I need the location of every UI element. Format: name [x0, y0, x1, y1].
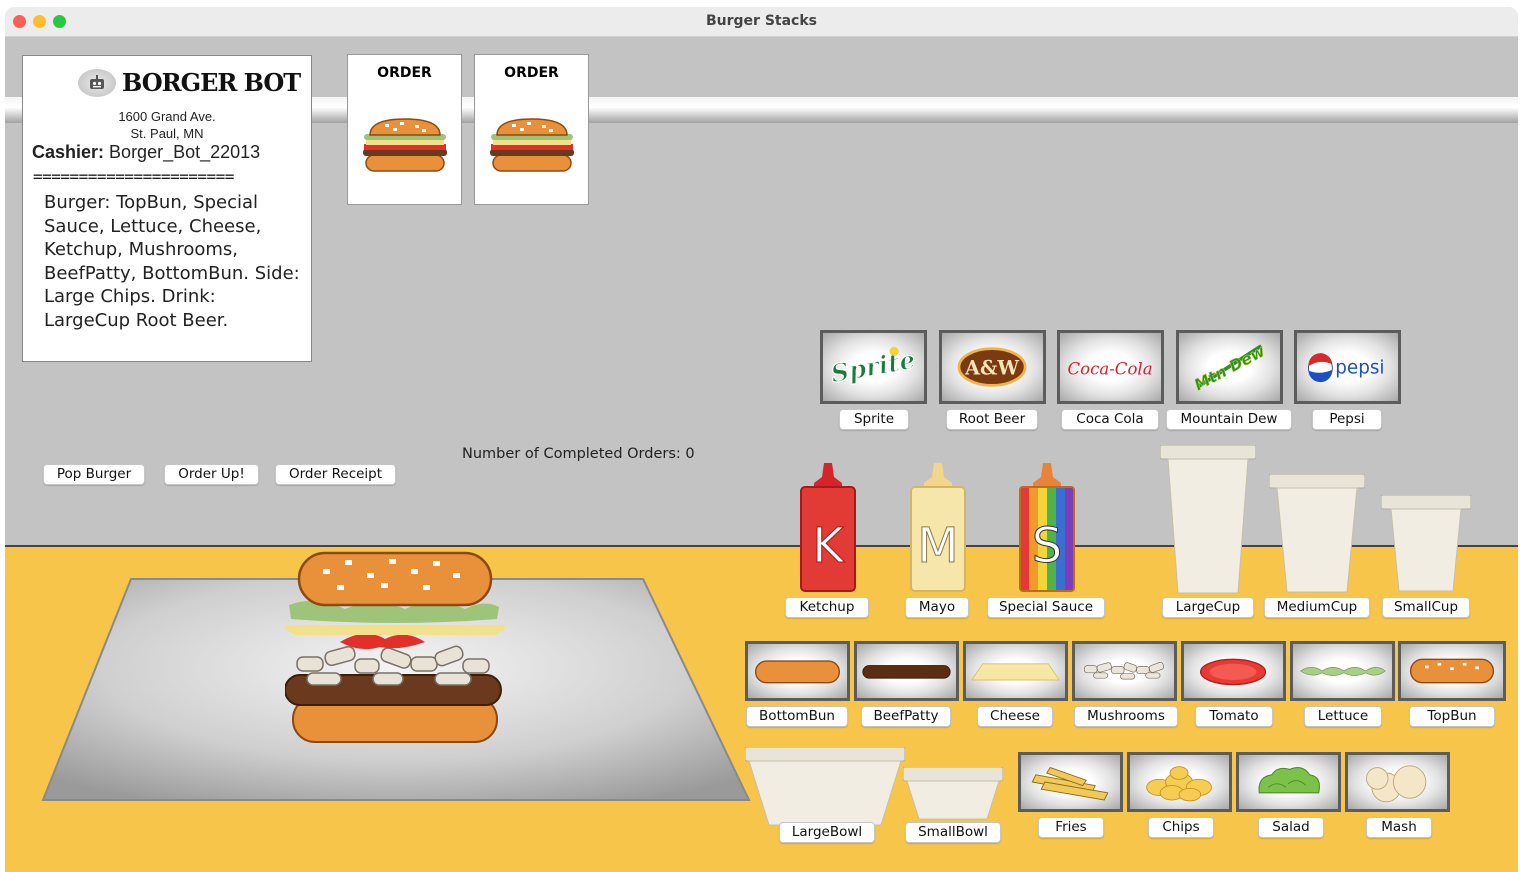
order-up-button[interactable]: Order Up! — [164, 464, 259, 485]
chips-icon — [1146, 766, 1212, 802]
pop-burger-button[interactable]: Pop Burger — [43, 464, 145, 485]
order-description: Burger: TopBun, Special Sauce, Lettuce, … — [44, 192, 300, 331]
robot-icon — [78, 68, 116, 97]
fries-label[interactable]: Fries — [1038, 817, 1104, 838]
special-sauce-bottle-button[interactable]: S — [1017, 463, 1077, 593]
mash-label[interactable]: Mash — [1366, 817, 1432, 838]
coca-cola-logo-icon: Coca-Cola — [1068, 359, 1153, 378]
pepsi-label[interactable]: Pepsi — [1312, 409, 1382, 430]
salad-label[interactable]: Salad — [1258, 817, 1324, 838]
large-cup-label[interactable]: LargeCup — [1162, 597, 1254, 618]
beef-patty-icon — [862, 665, 951, 679]
large-cup-button[interactable] — [1160, 445, 1256, 595]
mayo-label[interactable]: Mayo — [905, 597, 969, 618]
lettuce-label[interactable]: Lettuce — [1304, 706, 1382, 727]
mash-button[interactable] — [1345, 752, 1450, 812]
cheese-slice-icon — [971, 663, 1060, 681]
sprite-label[interactable]: Sprite — [839, 409, 909, 430]
coca-cola-logo-text: Coca-Cola — [1068, 359, 1153, 378]
small-cup-button[interactable] — [1381, 495, 1471, 593]
large-bowl-label[interactable]: LargeBowl — [779, 822, 875, 843]
small-bowl-label[interactable]: SmallBowl — [905, 822, 1001, 843]
window-title: Burger Stacks — [705, 13, 817, 29]
mountain-dew-logo-text: Mtn Dew — [1191, 342, 1268, 395]
order-ticket[interactable]: ORDER — [474, 54, 589, 205]
sprite-logo-icon: Sprite — [828, 345, 918, 389]
mushrooms-label[interactable]: Mushrooms — [1074, 706, 1178, 727]
beef-patty-button[interactable] — [854, 641, 959, 701]
top-bun-icon — [1409, 658, 1495, 684]
aw-logo-text: A&W — [964, 356, 1019, 379]
medium-cup-button[interactable] — [1269, 474, 1365, 594]
mountain-dew-label[interactable]: Mountain Dew — [1166, 409, 1292, 430]
address-line-1: 1600 Grand Ave. — [118, 109, 216, 124]
special-sauce-letter: S — [1032, 518, 1062, 574]
pepsi-logo-text: pepsi — [1335, 357, 1384, 378]
order-receipt-button[interactable]: Order Receipt — [275, 464, 396, 485]
salad-button[interactable] — [1236, 752, 1341, 812]
beef-patty-label[interactable]: BeefPatty — [861, 706, 951, 727]
pepsi-drink-button[interactable]: pepsi — [1294, 330, 1401, 404]
order-ticket[interactable]: ORDER — [347, 54, 462, 205]
special-sauce-label[interactable]: Special Sauce — [987, 597, 1105, 618]
cashier-line: Cashier: Borger_Bot_22013 — [32, 142, 260, 163]
order-receipt-panel: BORGER BOT 1600 Grand Ave. St. Paul, MN … — [22, 55, 312, 362]
burger-stack — [285, 551, 505, 743]
tomato-button[interactable] — [1181, 641, 1286, 701]
medium-cup-label[interactable]: MediumCup — [1264, 597, 1370, 618]
small-cup-label[interactable]: SmallCup — [1382, 597, 1470, 618]
ticket-label: ORDER — [504, 65, 559, 81]
ketchup-label[interactable]: Ketchup — [785, 597, 869, 618]
borger-bot-logo: BORGER BOT — [78, 68, 301, 97]
root-beer-label[interactable]: Root Beer — [946, 409, 1038, 430]
coca-cola-label[interactable]: Coca Cola — [1061, 409, 1159, 430]
bottom-bun-label[interactable]: BottomBun — [746, 706, 848, 727]
coca-cola-drink-button[interactable]: Coca-Cola — [1057, 330, 1164, 404]
bottom-bun-icon — [754, 660, 841, 684]
tomato-label[interactable]: Tomato — [1195, 706, 1273, 727]
address-line-2: St. Paul, MN — [130, 126, 204, 141]
chips-button[interactable] — [1127, 752, 1232, 812]
fries-icon — [1031, 767, 1109, 801]
mayo-letter: M — [917, 518, 958, 574]
mushrooms-icon — [1084, 661, 1165, 680]
small-bowl-button[interactable] — [903, 767, 1003, 821]
burger-icon — [490, 118, 574, 172]
cheese-label[interactable]: Cheese — [977, 706, 1053, 727]
app-window: Burger Stacks BORGER BOT 1600 Grand Ave.… — [5, 7, 1518, 872]
mayo-bottle-button[interactable]: M — [908, 463, 968, 593]
ticket-label: ORDER — [377, 65, 432, 81]
pepsi-logo-icon: pepsi — [1307, 353, 1385, 383]
sprite-logo-text: Sprite — [829, 345, 918, 388]
mash-icon — [1366, 765, 1427, 803]
top-bun-button[interactable] — [1398, 641, 1506, 701]
title-bar: Burger Stacks — [5, 7, 1518, 37]
cashier-name: Borger_Bot_22013 — [109, 142, 261, 162]
cheese-button[interactable] — [963, 641, 1068, 701]
mountain-dew-drink-button[interactable]: Mtn Dew — [1176, 330, 1283, 404]
bottom-bun-button[interactable] — [745, 641, 850, 701]
mountain-dew-logo-icon: Mtn Dew — [1191, 342, 1269, 395]
lettuce-button[interactable] — [1290, 641, 1395, 701]
burger-icon — [363, 118, 447, 172]
root-beer-drink-button[interactable]: A&W — [939, 330, 1046, 404]
chips-label[interactable]: Chips — [1148, 817, 1214, 838]
aw-logo-icon: A&W — [957, 347, 1027, 387]
ketchup-bottle-button[interactable]: K — [798, 463, 858, 593]
completed-orders-count: Number of Completed Orders: 0 — [462, 446, 695, 462]
fries-button[interactable] — [1018, 752, 1123, 812]
brand-name: BORGER BOT — [122, 68, 301, 97]
top-bun-label[interactable]: TopBun — [1409, 706, 1495, 727]
lettuce-icon — [1300, 667, 1386, 676]
tomato-slice-icon — [1199, 658, 1267, 686]
ketchup-letter: K — [812, 518, 845, 574]
large-bowl-button[interactable] — [745, 747, 905, 827]
sprite-drink-button[interactable]: Sprite — [820, 330, 927, 404]
salad-icon — [1258, 767, 1320, 794]
cashier-label: Cashier: — [32, 142, 105, 162]
receipt-divider: ====================== — [33, 167, 234, 186]
mushrooms-button[interactable] — [1072, 641, 1177, 701]
